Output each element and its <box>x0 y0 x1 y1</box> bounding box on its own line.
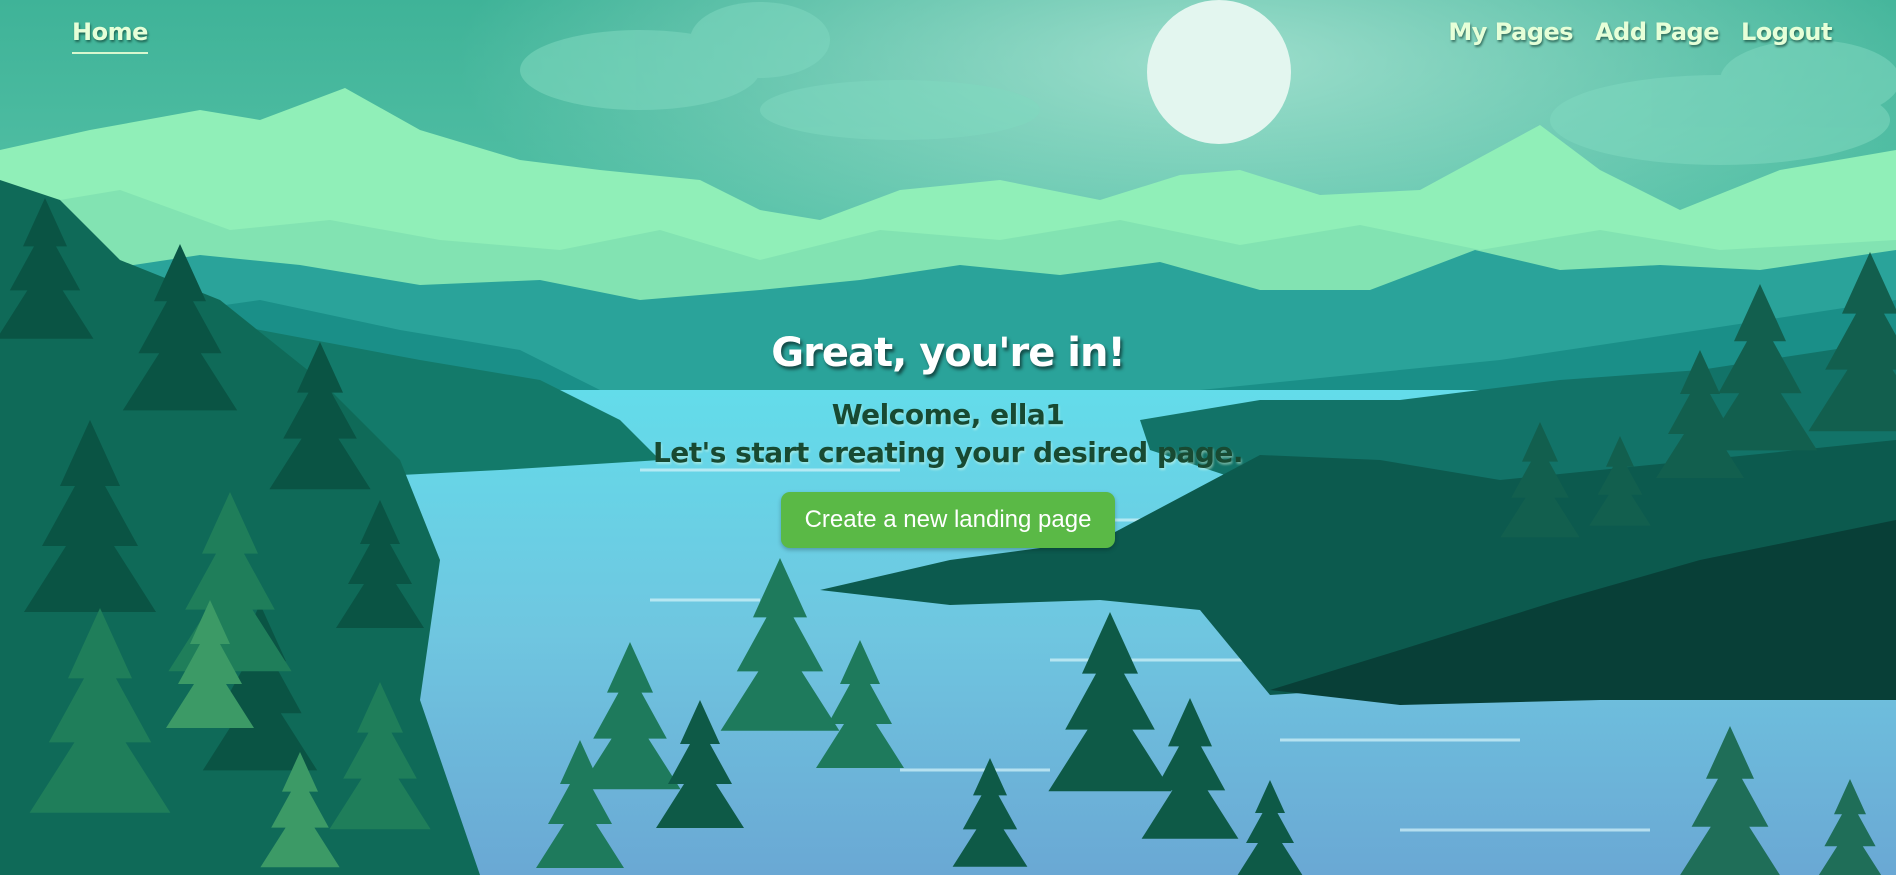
welcome-message: Welcome, ella1 Let's start creating your… <box>0 396 1896 472</box>
welcome-line: Welcome, ella1 <box>831 398 1065 431</box>
nav-add-page-link[interactable]: Add Page <box>1595 18 1719 46</box>
hero-section: Great, you're in! Welcome, ella1 Let's s… <box>0 330 1896 548</box>
nav-right-links: My Pages Add Page Logout <box>1448 18 1832 46</box>
landing-page: Home My Pages Add Page Logout Great, you… <box>0 0 1896 875</box>
subtitle-line: Let's start creating your desired page. <box>652 436 1244 469</box>
create-landing-page-button[interactable]: Create a new landing page <box>780 492 1116 548</box>
nav-my-pages-link[interactable]: My Pages <box>1448 18 1573 46</box>
top-navigation: Home My Pages Add Page Logout <box>0 18 1896 68</box>
nav-logout-link[interactable]: Logout <box>1741 18 1833 46</box>
nav-home-link[interactable]: Home <box>72 18 148 54</box>
hero-title: Great, you're in! <box>771 330 1125 376</box>
